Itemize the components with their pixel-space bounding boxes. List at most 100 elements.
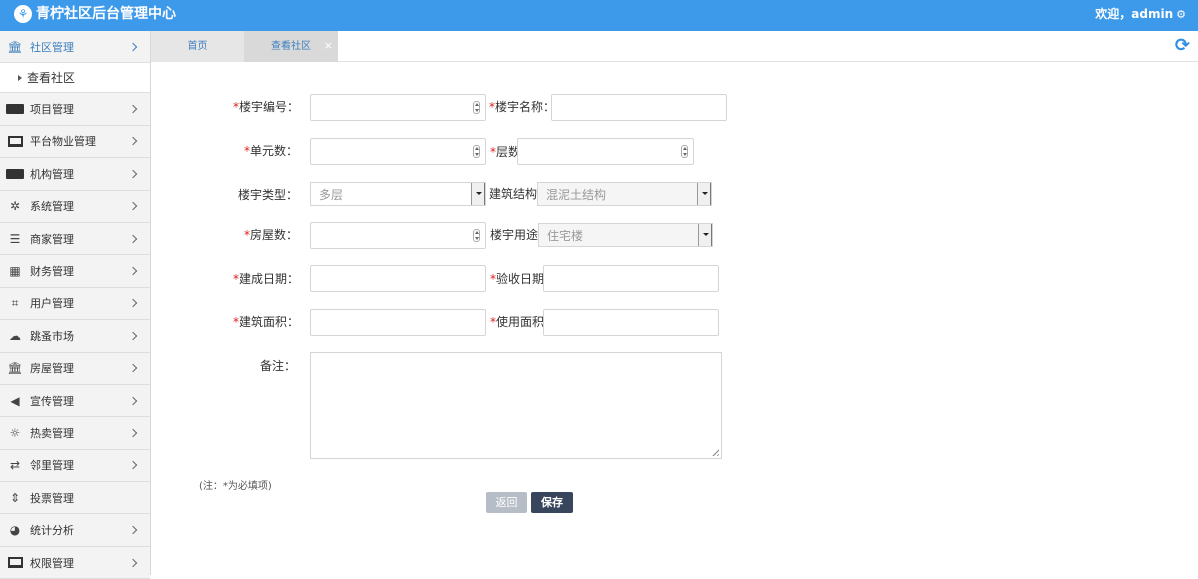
sidebar-item-label: 机构管理 <box>30 167 74 181</box>
accept-date-input[interactable] <box>543 265 719 292</box>
sidebar-item-label: 财务管理 <box>30 265 74 279</box>
sidebar-item-finance[interactable]: ▦ 财务管理 <box>0 255 150 288</box>
sort-icon: ⇕ <box>9 490 21 505</box>
sidebar-item-users[interactable]: ⌗ 用户管理 <box>0 287 150 321</box>
sidebar-item-house[interactable]: 🏛 房屋管理 <box>0 352 150 385</box>
save-button[interactable]: 保存 <box>531 492 573 513</box>
bars-icon: ☰ <box>9 231 21 246</box>
sidebar-subitem-view-community[interactable]: 查看社区 <box>0 63 150 94</box>
welcome-user[interactable]: 欢迎，admin ⚙ <box>1095 7 1186 22</box>
spinner-icon[interactable] <box>473 229 480 242</box>
unit-count-input[interactable] <box>310 138 486 165</box>
tab-bar: 首页 查看社区 × ⟳ <box>151 31 1198 62</box>
chevron-right-icon <box>128 331 138 341</box>
built-area-input[interactable] <box>310 309 486 336</box>
chevron-right-icon <box>128 428 138 438</box>
back-button[interactable]: 返回 <box>486 492 527 513</box>
use-area-label: *使用面积 <box>490 315 545 329</box>
label-text: 建成日期： <box>239 272 300 286</box>
label-text: 使用面积 <box>496 315 545 329</box>
discover-card-icon <box>6 102 24 116</box>
resize-grip-icon[interactable] <box>710 447 719 456</box>
accept-date-label: *验收日期 <box>490 272 545 286</box>
unit-count-label: *单元数： <box>244 144 299 158</box>
spinner-icon[interactable] <box>473 101 480 114</box>
built-area-label: *建筑面积： <box>233 315 300 329</box>
floors-label: *层数 <box>490 145 521 159</box>
select-value: 混泥土结构 <box>546 188 607 202</box>
sidebar-item-label: 社区管理 <box>30 40 74 54</box>
top-header: ⚘ 青柠社区后台管理中心 欢迎，admin ⚙ <box>0 0 1198 31</box>
sidebar-item-label: 宣传管理 <box>30 394 74 408</box>
logo-icon: ⚘ <box>14 5 32 23</box>
tab-view-community[interactable]: 查看社区 × <box>244 31 338 62</box>
built-date-input[interactable] <box>310 265 486 292</box>
sidebar-item-label: 统计分析 <box>30 524 74 538</box>
sidebar-item-label: 投票管理 <box>30 491 74 505</box>
chevron-right-icon <box>128 363 138 373</box>
use-area-input[interactable] <box>543 309 719 336</box>
close-icon[interactable]: × <box>324 30 333 61</box>
select-value: 多层 <box>319 188 344 202</box>
building-no-input[interactable] <box>310 94 486 121</box>
chevron-right-icon <box>128 137 138 146</box>
label-text: 楼宇名称： <box>495 100 556 114</box>
sidebar-item-permission[interactable]: 权限管理 <box>0 546 150 579</box>
sidebar-item-label: 平台物业管理 <box>30 135 96 149</box>
usage-select[interactable]: 住宅楼 <box>538 223 713 247</box>
sidebar-item-vote[interactable]: ⇕ 投票管理 <box>0 482 150 515</box>
sidebar-item-market[interactable]: ☁ 跳蚤市场 <box>0 320 150 353</box>
chevron-right-icon <box>128 202 138 211</box>
sidebar-item-label: 权限管理 <box>30 556 74 570</box>
required-note: (注：*为必填项) <box>199 481 272 492</box>
house-count-input[interactable] <box>310 222 486 249</box>
sidebar-item-label: 系统管理 <box>30 200 74 214</box>
label-text: 房屋数： <box>250 228 299 242</box>
refresh-icon[interactable]: ⟳ <box>1175 37 1190 55</box>
welcome-text: 欢迎，admin <box>1095 7 1174 21</box>
building-name-input[interactable] <box>551 94 727 121</box>
monitor-icon <box>6 134 24 148</box>
building-no-label: *楼宇编号： <box>233 100 300 114</box>
label-text: 验收日期 <box>496 272 545 286</box>
sidebar-item-merchant[interactable]: ☰ 商家管理 <box>0 222 150 256</box>
calculator-icon: ▦ <box>9 264 21 279</box>
sidebar: 🏛 社区管理 查看社区 项目管理 平台物业管理 机构管理 ✲ 系统管理 ☰ 商家… <box>0 31 151 579</box>
remark-textarea[interactable] <box>310 352 722 459</box>
remark-label: 备注： <box>260 359 297 373</box>
yelp-icon: ✲ <box>9 199 21 214</box>
label-text: 建筑面积： <box>239 315 300 329</box>
sidebar-item-promotion[interactable]: ◀ 宣传管理 <box>0 384 150 418</box>
floors-input[interactable] <box>517 138 694 165</box>
spinner-icon[interactable] <box>681 145 688 158</box>
spinner-icon[interactable] <box>473 145 480 158</box>
built-date-label: *建成日期： <box>233 272 300 286</box>
chevron-right-icon <box>128 299 138 308</box>
sidebar-item-neighbor[interactable]: ⇄ 邻里管理 <box>0 449 150 483</box>
sidebar-item-property[interactable]: 平台物业管理 <box>0 125 150 159</box>
dropdown-arrow-icon[interactable] <box>697 183 711 205</box>
dropdown-arrow-icon[interactable] <box>471 183 485 205</box>
sidebar-item-hot-sale[interactable]: ☼ 热卖管理 <box>0 417 150 450</box>
sidebar-item-label: 房屋管理 <box>30 362 74 376</box>
cloud-icon: ☁ <box>9 328 21 343</box>
sidebar-item-label: 热卖管理 <box>30 426 74 440</box>
gear-icon[interactable]: ⚙ <box>1176 8 1186 21</box>
chevron-right-icon <box>128 525 138 535</box>
stripe-icon <box>6 167 24 181</box>
sidebar-item-project[interactable]: 项目管理 <box>0 93 150 126</box>
sidebar-item-statistics[interactable]: ◕ 统计分析 <box>0 514 150 547</box>
dropdown-arrow-icon[interactable] <box>698 224 712 246</box>
structure-select[interactable]: 混泥土结构 <box>537 182 712 206</box>
building-type-select[interactable]: 多层 <box>310 182 486 206</box>
institution-icon: 🏛 <box>7 361 23 376</box>
tab-label: 首页 <box>187 41 208 52</box>
sidebar-item-system[interactable]: ✲ 系统管理 <box>0 190 150 223</box>
sidebar-item-organization[interactable]: 机构管理 <box>0 158 150 191</box>
sidebar-item-community[interactable]: 🏛 社区管理 <box>0 31 150 64</box>
sidebar-item-label: 项目管理 <box>30 103 74 117</box>
tab-home[interactable]: 首页 <box>151 31 244 62</box>
pie-chart-icon: ◕ <box>9 523 21 538</box>
house-count-label: *房屋数： <box>244 228 299 242</box>
bank-icon: 🏛 <box>7 39 23 54</box>
